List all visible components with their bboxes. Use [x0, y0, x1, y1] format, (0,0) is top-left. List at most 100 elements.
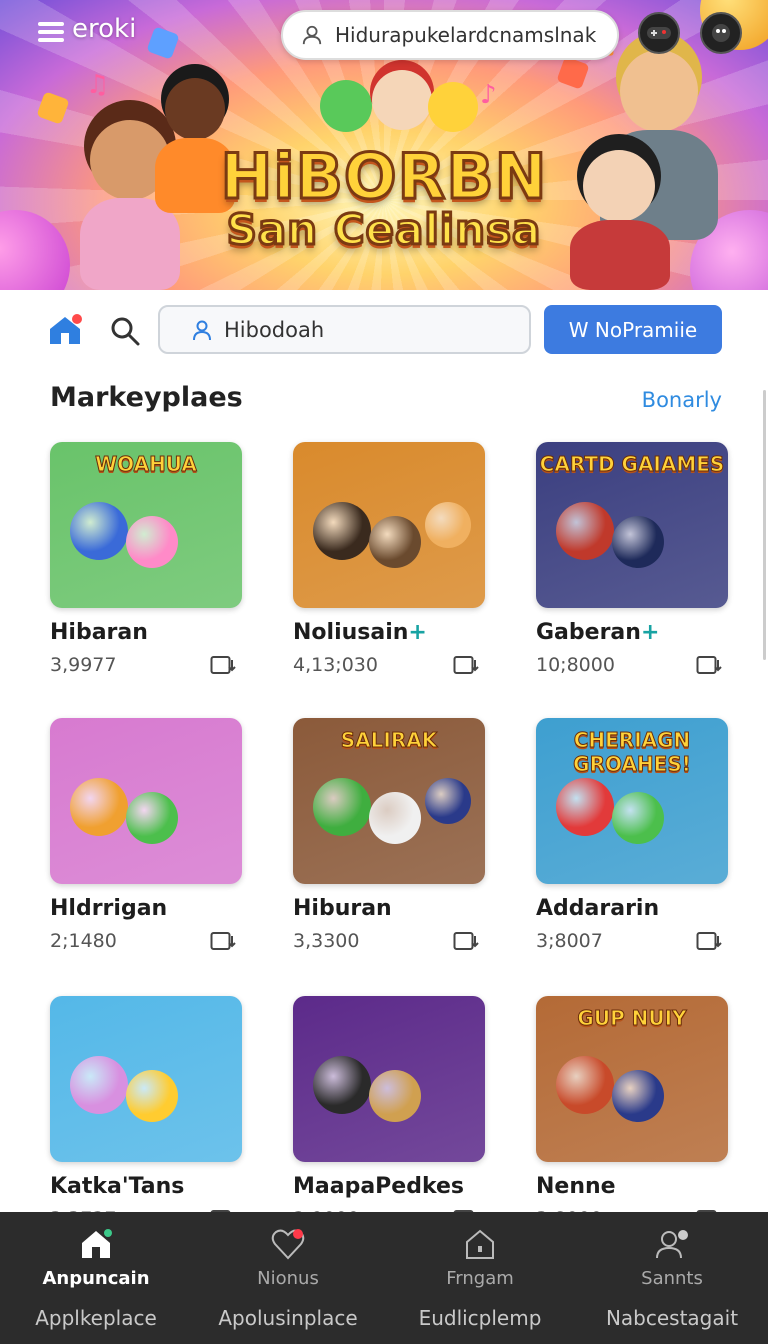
- hero-subtitle: San Cealinsa: [225, 204, 542, 256]
- top-search-input[interactable]: Hidurapukelardcnamslnak: [281, 10, 619, 60]
- nav-sublabel: Eudlicplemp: [418, 1306, 542, 1330]
- scrollbar[interactable]: [763, 390, 766, 660]
- search-input[interactable]: Hibodoah: [158, 305, 531, 354]
- home-icon[interactable]: [48, 314, 82, 346]
- section-title: Markeyplaes: [50, 382, 243, 413]
- plus-badge: +: [408, 620, 427, 645]
- top-search-text: Hidurapukelardcnamslnak: [335, 23, 597, 47]
- thumbnail-character: [70, 778, 128, 836]
- thumbnail-character: [126, 1070, 178, 1122]
- thumbnail-character: [70, 1056, 128, 1114]
- nav-label: Nionus: [257, 1268, 319, 1289]
- app-download-count: 3,3300: [293, 930, 360, 952]
- thumbnail-character: [612, 792, 664, 844]
- thumbnail-character: [70, 502, 128, 560]
- thumbnail-character: [369, 792, 421, 844]
- user-icon: [193, 320, 211, 340]
- thumbnail-character: [612, 1070, 664, 1122]
- app-name[interactable]: Gaberan+: [536, 620, 659, 645]
- premium-button[interactable]: W NoPramiie: [544, 305, 722, 354]
- app-name-text: Hldrrigan: [50, 896, 168, 921]
- app-name[interactable]: Hibaran: [50, 620, 148, 645]
- thumbnail-character: [313, 778, 371, 836]
- app-name-text: Hibaran: [50, 620, 148, 645]
- thumbnail-banner: WOAHUA: [95, 452, 198, 477]
- hero-banner[interactable]: ♫ ♪ ♫ HiBORBN San Cealinsa eroki Hidurap…: [0, 0, 768, 290]
- app-name[interactable]: Katka'Tans: [50, 1174, 184, 1199]
- thumbnail-banner: GUP NUIY: [577, 1006, 687, 1031]
- search-input-text: Hibodoah: [224, 317, 325, 342]
- thumbnail-banner: CARTD GAIAMES: [539, 452, 725, 477]
- app-name[interactable]: Nenne: [536, 1174, 616, 1199]
- store-icon: [466, 1229, 494, 1259]
- app-thumbnail[interactable]: [50, 718, 242, 884]
- settings-icon: [656, 1230, 688, 1259]
- app-name-text: Katka'Tans: [50, 1174, 185, 1199]
- nav-label: Frngam: [446, 1268, 514, 1289]
- app-name[interactable]: Noliusain+: [293, 620, 427, 645]
- app-name-text: Noliusain: [293, 620, 409, 645]
- download-icon[interactable]: [453, 930, 479, 952]
- thumbnail-banner: SALIRAK: [340, 728, 438, 753]
- thumbnail-character: [126, 516, 178, 568]
- nav-sublabel: Applkeplace: [35, 1306, 157, 1330]
- thumbnail-character: [313, 502, 371, 560]
- nav-sublabel: Apolusinplace: [218, 1306, 358, 1330]
- download-icon[interactable]: [696, 930, 722, 952]
- menu-icon[interactable]: [38, 22, 64, 42]
- bottom-nav: Anpuncain Applkeplace Nionus Apolusinpla…: [0, 1212, 768, 1344]
- thumbnail-character: [556, 778, 614, 836]
- search-icon[interactable]: [110, 316, 140, 346]
- nav-item-home[interactable]: Anpuncain Applkeplace: [0, 1212, 192, 1344]
- nav-label: Anpuncain: [42, 1268, 150, 1289]
- app-download-count: 3;8007: [536, 930, 603, 952]
- app-download-count: 10;8000: [536, 654, 615, 676]
- user-icon: [302, 25, 322, 45]
- app-name-text: MaapaPedkes: [293, 1174, 465, 1199]
- app-name-text: Addararin: [536, 896, 660, 921]
- download-icon[interactable]: [210, 930, 236, 952]
- app-name[interactable]: Hiburan: [293, 896, 392, 921]
- app-download-count: 3,9977: [50, 654, 117, 676]
- plus-badge: +: [640, 620, 660, 645]
- hero-character-mascots: [300, 70, 490, 150]
- thumbnail-banner: CHERIAGN GROAHES!: [573, 728, 692, 777]
- app-name[interactable]: Hldrrigan: [50, 896, 167, 921]
- app-thumbnail[interactable]: SALIRAK: [293, 718, 485, 884]
- app-download-count: 2;1480: [50, 930, 117, 952]
- app-thumbnail[interactable]: [50, 996, 242, 1162]
- profile-avatar-icon[interactable]: [700, 12, 742, 54]
- thumbnail-character: [612, 516, 664, 568]
- download-icon[interactable]: [210, 654, 236, 676]
- nav-item-settings[interactable]: Sannts Nabcestagait: [576, 1212, 768, 1344]
- app-thumbnail[interactable]: CARTD GAIAMES: [536, 442, 728, 608]
- app-thumbnail[interactable]: WOAHUA: [50, 442, 242, 608]
- nav-item-favorites[interactable]: Nionus Apolusinplace: [192, 1212, 384, 1344]
- thumbnail-character: [556, 1056, 614, 1114]
- app-name-text: Hiburan: [293, 896, 392, 921]
- nav-sublabel: Nabcestagait: [605, 1306, 739, 1330]
- section-link[interactable]: Bonarly: [642, 388, 722, 412]
- nav-item-store[interactable]: Frngam Eudlicplemp: [384, 1212, 576, 1344]
- hero-title: HiBORBN: [219, 139, 548, 215]
- download-icon[interactable]: [453, 654, 479, 676]
- thumbnail-character: [369, 516, 421, 568]
- nav-label: Sannts: [641, 1268, 703, 1289]
- download-icon[interactable]: [696, 654, 722, 676]
- thumbnail-character: [126, 792, 178, 844]
- app-name-text: Nenne: [536, 1174, 616, 1199]
- music-note-icon: ♫: [86, 70, 110, 100]
- app-name[interactable]: Addararin: [536, 896, 659, 921]
- brand-logo[interactable]: eroki: [72, 14, 136, 44]
- app-thumbnail[interactable]: GUP NUIY: [536, 996, 728, 1162]
- thumbnail-character: [556, 502, 614, 560]
- search-row: Hibodoah W NoPramiie: [0, 290, 768, 370]
- top-bar: eroki Hidurapukelardcnamslnak: [0, 0, 768, 70]
- thumbnail-character: [425, 778, 471, 824]
- home-icon: [82, 1229, 112, 1258]
- app-name[interactable]: MaapaPedkes: [293, 1174, 464, 1199]
- gamepad-avatar-icon[interactable]: [638, 12, 680, 54]
- app-thumbnail[interactable]: [293, 442, 485, 608]
- app-thumbnail[interactable]: [293, 996, 485, 1162]
- app-thumbnail[interactable]: CHERIAGN GROAHES!: [536, 718, 728, 884]
